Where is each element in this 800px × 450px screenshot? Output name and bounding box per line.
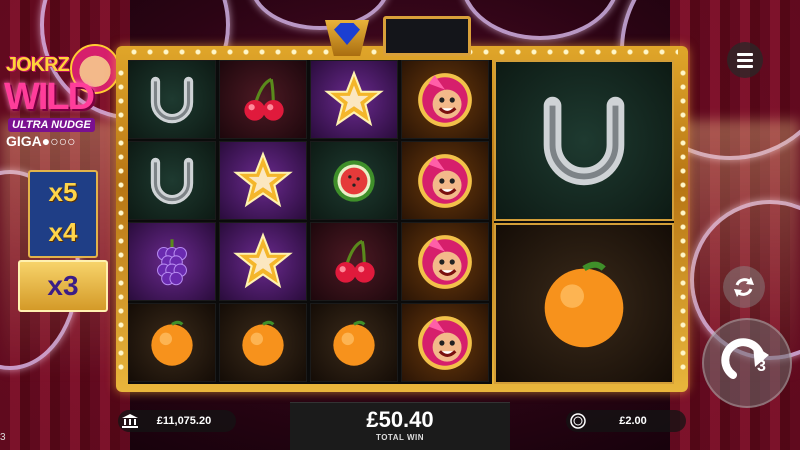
marquee-lights [680,66,686,372]
reel-2 [219,60,307,384]
joker-wild-symbol-icon [401,141,489,220]
game-logo: JOKRZ WILD ULTRA NUDGE GIGA●○○○ [2,40,120,152]
neon-ring [250,0,390,30]
star-symbol-icon [219,141,307,220]
bottom-bar: £11,075.20 £50.40 TOTAL WIN £2.00 [0,402,800,450]
menu-button[interactable] [727,42,763,78]
neon-ring [460,0,620,40]
grapes-symbol-icon [128,222,216,301]
total-win-amount: £50.40 [366,407,434,432]
coin-stack-icon [566,410,590,432]
logo-line-3: ULTRA NUDGE [8,118,95,132]
joker-wild-symbol-icon [401,222,489,301]
joker-wild-symbol-icon [401,60,489,139]
logo-line-1: JOKRZ [6,54,70,76]
spin-count: 3 [757,358,766,375]
autoplay-icon [734,277,754,297]
balance-value: £11,075.20 [156,415,212,427]
bank-icon [118,410,142,432]
logo-line-4: GIGA●○○○ [6,133,76,149]
horseshoe-symbol-icon [128,141,216,220]
orange-symbol-icon [128,303,216,382]
corner-indicator: 3 [0,432,6,443]
star-symbol-icon [219,222,307,301]
top-display-slot [383,16,471,56]
total-win-label: TOTAL WIN [375,433,425,442]
bet-selector[interactable]: £2.00 [566,410,686,432]
marquee-lights [118,66,124,372]
multiplier-x4: x4 [48,217,78,247]
orange-symbol-icon [310,303,398,382]
sapphire-gem-icon [334,23,360,45]
orange-symbol-icon [219,303,307,382]
reel-3 [310,60,398,384]
watermelon-symbol-icon [310,141,398,220]
giga-reel [494,60,674,384]
spin-arrow-icon [721,338,769,379]
joker-wild-symbol-icon [401,303,489,382]
reel-grid [128,60,492,384]
menu-icon [737,52,753,56]
multiplier-x5: x5 [48,177,78,207]
autoplay-button[interactable] [723,266,765,308]
reel-4 [401,60,489,384]
star-symbol-icon [310,60,398,139]
multiplier-ladder: x5 x4 [28,170,98,258]
cherry-symbol-icon [219,60,307,139]
total-win-box: £50.40 TOTAL WIN [290,402,510,450]
horseshoe-symbol-icon [128,60,216,139]
balance-display: £11,075.20 [118,410,236,432]
spin-button[interactable] [702,318,792,408]
logo-line-2: WILD [4,76,95,118]
giga-horseshoe-symbol-icon [494,60,674,221]
multiplier-active: x3 [18,260,108,312]
reel-1 [128,60,216,384]
cherry-symbol-icon [310,222,398,301]
giga-orange-symbol-icon [494,223,674,384]
bet-value: £2.00 [619,415,647,427]
